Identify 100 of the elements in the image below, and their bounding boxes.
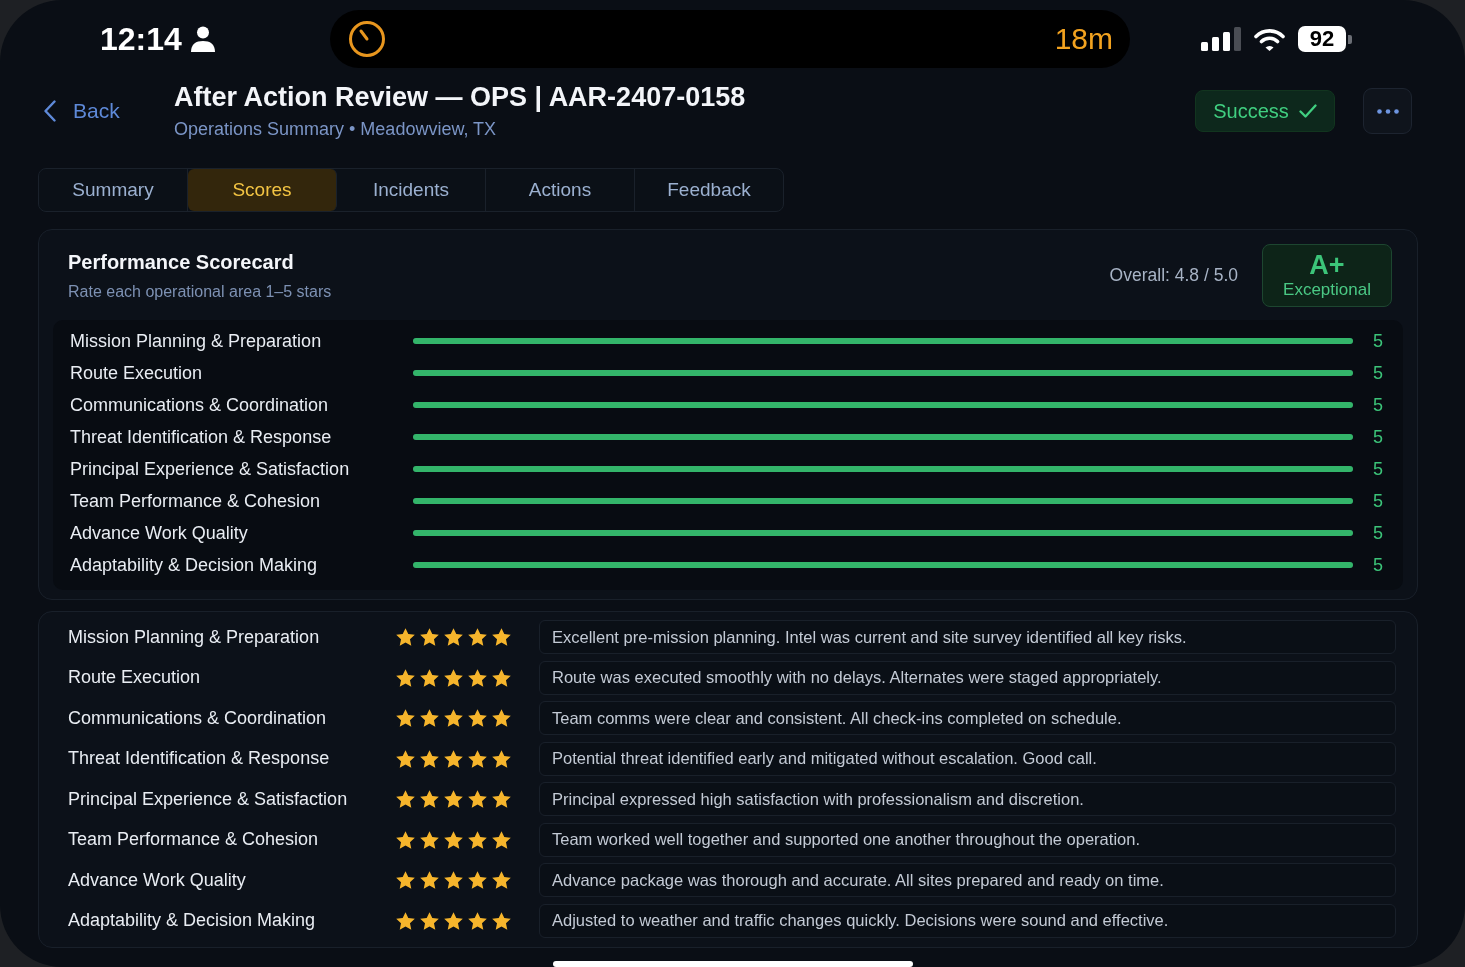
star-icon xyxy=(420,911,439,930)
score-value: 5 xyxy=(1373,426,1383,448)
star-icon xyxy=(444,911,463,930)
score-value: 5 xyxy=(1373,362,1383,384)
star-rating[interactable] xyxy=(396,830,511,849)
category-label: Mission Planning & Preparation xyxy=(70,330,322,352)
signal-icon xyxy=(1201,27,1241,51)
star-icon xyxy=(444,628,463,647)
category-label: Adaptability & Decision Making xyxy=(70,554,318,576)
category-label: Principal Experience & Satisfaction xyxy=(70,458,350,480)
star-icon xyxy=(492,628,511,647)
star-icon xyxy=(420,668,439,687)
back-button[interactable]: Back xyxy=(44,99,174,123)
comment-field[interactable]: Principal expressed high satisfaction with professionalism and discretion. xyxy=(539,782,1396,817)
wifi-icon xyxy=(1254,27,1285,51)
comment-field[interactable]: Excellent pre-mission planning. Intel was current and site survey identified all key risks. xyxy=(539,620,1396,655)
star-icon xyxy=(492,911,511,930)
comment-field[interactable]: Advance package was thorough and accurate. All sites prepared and ready on time. xyxy=(539,863,1396,898)
page-subtitle: Operations Summary • Meadowview, TX xyxy=(174,119,497,140)
category-label: Team Performance & Cohesion xyxy=(70,490,321,512)
category-label: Route Execution xyxy=(68,667,201,689)
star-icon xyxy=(492,790,511,809)
star-icon xyxy=(468,749,487,768)
grade-label: Exceptional xyxy=(1283,280,1371,301)
star-icon xyxy=(492,830,511,849)
overall-score: Overall: 4.8 / 5.0 xyxy=(1109,265,1238,286)
comment-field[interactable]: Team worked well together and supported one another throughout the operation. xyxy=(539,822,1396,857)
star-icon xyxy=(444,790,463,809)
tab[interactable]: Incidents xyxy=(337,169,486,211)
category-label: Communications & Coordination xyxy=(70,394,329,416)
tab[interactable]: Actions xyxy=(486,169,635,211)
category-label: Threat Identification & Response xyxy=(68,748,330,770)
star-rating[interactable] xyxy=(396,709,511,728)
timer-text: 18m xyxy=(1054,22,1113,56)
grade-letter: A+ xyxy=(1309,250,1345,280)
chevron-left-icon xyxy=(44,100,56,122)
star-icon xyxy=(492,709,511,728)
category-label: Route Execution xyxy=(70,362,203,384)
star-icon xyxy=(396,871,415,890)
star-icon xyxy=(396,790,415,809)
star-rating[interactable] xyxy=(396,911,511,930)
battery-level: 92 xyxy=(1298,26,1346,52)
star-icon xyxy=(420,830,439,849)
more-icon xyxy=(1376,108,1399,114)
star-icon xyxy=(492,749,511,768)
star-icon xyxy=(468,628,487,647)
star-icon xyxy=(396,749,415,768)
star-rating[interactable] xyxy=(396,749,511,768)
score-value: 5 xyxy=(1373,490,1383,512)
star-rating[interactable] xyxy=(396,790,511,809)
star-icon xyxy=(396,830,415,849)
star-icon xyxy=(468,871,487,890)
star-icon xyxy=(444,871,463,890)
star-icon xyxy=(420,790,439,809)
tab[interactable]: Feedback xyxy=(635,169,783,211)
star-icon xyxy=(468,911,487,930)
star-icon xyxy=(444,709,463,728)
star-icon xyxy=(396,668,415,687)
comment-field[interactable]: Team comms were clear and consistent. All check-ins completed on schedule. xyxy=(539,701,1396,736)
star-icon xyxy=(492,668,511,687)
category-label: Principal Experience & Satisfaction xyxy=(68,788,348,810)
star-icon xyxy=(444,668,463,687)
page-title: After Action Review — OPS | AAR-2407-0158 xyxy=(174,82,746,113)
category-label: Communications & Coordination xyxy=(68,707,327,729)
star-icon xyxy=(396,628,415,647)
category-label: Mission Planning & Preparation xyxy=(68,626,320,648)
star-icon xyxy=(468,830,487,849)
star-icon xyxy=(468,709,487,728)
category-label: Adaptability & Decision Making xyxy=(68,910,316,932)
score-value: 5 xyxy=(1373,330,1383,352)
battery-cap-icon xyxy=(1348,34,1352,44)
category-label: Threat Identification & Response xyxy=(70,426,332,448)
star-rating[interactable] xyxy=(396,668,511,687)
status-button[interactable]: Success xyxy=(1195,90,1335,132)
timer-icon xyxy=(348,20,386,58)
star-icon xyxy=(396,911,415,930)
status-time: 12:14 xyxy=(100,20,182,58)
check-icon xyxy=(1298,104,1317,118)
person-icon xyxy=(190,26,215,52)
category-label: Team Performance & Cohesion xyxy=(68,829,319,851)
category-label: Advance Work Quality xyxy=(70,522,248,544)
star-icon xyxy=(420,871,439,890)
star-icon xyxy=(420,628,439,647)
star-rating[interactable] xyxy=(396,871,511,890)
star-icon xyxy=(468,668,487,687)
score-value: 5 xyxy=(1373,554,1383,576)
comment-field[interactable]: Adjusted to weather and traffic changes quickly. Decisions were sound and effective. xyxy=(539,903,1396,938)
star-icon xyxy=(420,709,439,728)
star-icon xyxy=(492,871,511,890)
star-rating[interactable] xyxy=(396,628,511,647)
star-icon xyxy=(444,830,463,849)
comment-field[interactable]: Potential threat identified early and mitigated without escalation. Good call. xyxy=(539,741,1396,776)
score-value: 5 xyxy=(1373,522,1383,544)
star-icon xyxy=(396,709,415,728)
star-icon xyxy=(468,790,487,809)
star-icon xyxy=(444,749,463,768)
star-icon xyxy=(420,749,439,768)
comment-field[interactable]: Route was executed smoothly with no delays. Alternates were staged appropriately. xyxy=(539,660,1396,695)
tab[interactable]: Scores xyxy=(188,169,337,211)
score-value: 5 xyxy=(1373,394,1383,416)
